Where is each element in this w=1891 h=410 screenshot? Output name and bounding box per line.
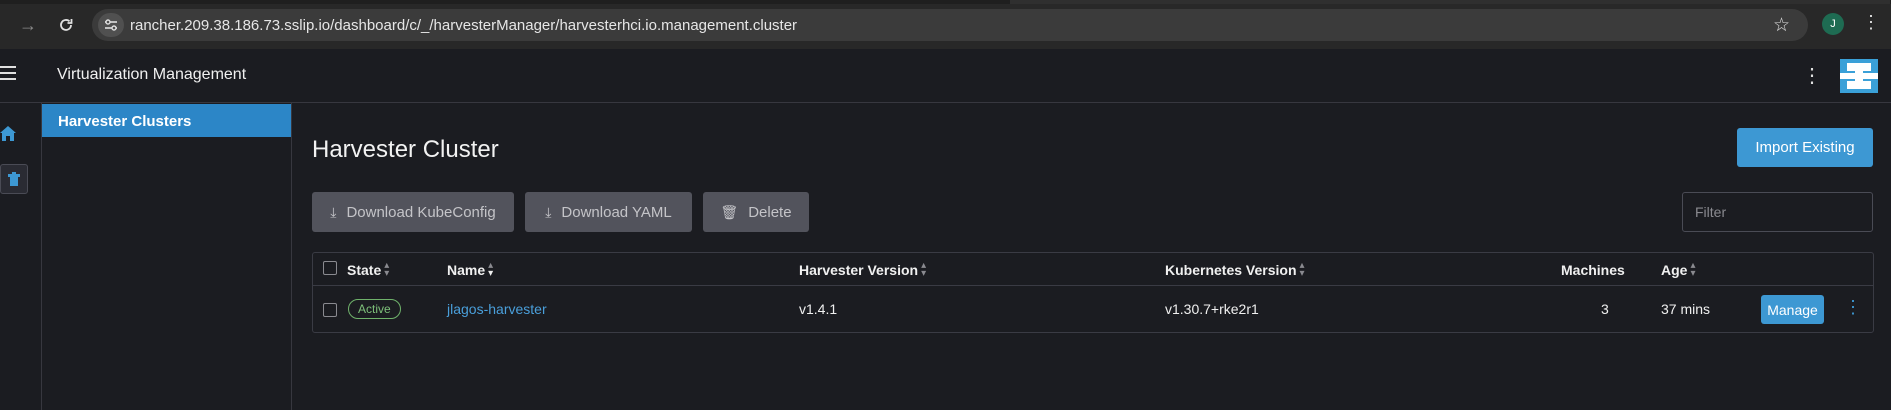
- app-header: Virtualization Management ⋮: [0, 49, 1891, 103]
- kebab-menu-icon[interactable]: ⋮: [1802, 63, 1822, 88]
- browser-menu-icon[interactable]: ⋮: [1862, 12, 1880, 33]
- column-label: Harvester Version: [799, 262, 919, 278]
- status-badge: Active: [348, 299, 401, 319]
- delete-button[interactable]: 🗑 Delete: [703, 192, 809, 232]
- download-kubeconfig-label: Download KubeConfig: [346, 203, 496, 221]
- column-header-age[interactable]: Age ▴ ▾: [1661, 260, 1696, 279]
- download-kubeconfig-button[interactable]: ⤓ Download KubeConfig: [312, 192, 514, 232]
- column-header-kubernetes-version[interactable]: Kubernetes Version ▴ ▾: [1165, 260, 1305, 279]
- browser-toolbar: → rancher.209.38.186.73.sslip.io/dashboa…: [0, 0, 1891, 49]
- harvester-logo[interactable]: [1840, 59, 1878, 93]
- download-icon: ⤓: [330, 203, 337, 220]
- address-bar[interactable]: rancher.209.38.186.73.sslip.io/dashboard…: [92, 9, 1808, 41]
- column-header-name[interactable]: Name ▴ ▾: [447, 260, 494, 279]
- profile-avatar[interactable]: J: [1822, 13, 1844, 35]
- age-cell: 37 mins: [1661, 301, 1711, 317]
- table-header: State ▴ ▾ Name ▴ ▾ Harvester Version ▴ ▾ Ku…: [313, 253, 1873, 286]
- manage-button[interactable]: Manage: [1761, 295, 1824, 324]
- row-checkbox[interactable]: [323, 303, 337, 317]
- trash-icon: 🗑: [720, 203, 739, 220]
- home-icon[interactable]: [0, 125, 18, 143]
- download-icon: ⤓: [545, 203, 552, 220]
- column-header-harvester-version[interactable]: Harvester Version ▴ ▾: [799, 260, 927, 279]
- hamburger-menu-icon[interactable]: [0, 66, 16, 84]
- column-header-state[interactable]: State ▴ ▾: [347, 260, 390, 279]
- column-label: Age: [1661, 262, 1688, 278]
- sort-icon: ▴ ▾: [921, 260, 927, 279]
- cluster-icon[interactable]: [0, 164, 28, 194]
- side-navigation: Harvester Clusters: [42, 103, 292, 410]
- site-info-icon[interactable]: [98, 13, 124, 37]
- clusters-table: State ▴ ▾ Name ▴ ▾ Harvester Version ▴ ▾ Ku…: [312, 252, 1874, 333]
- row-actions-kebab-icon[interactable]: ⋮: [1844, 297, 1862, 318]
- machines-cell: 3: [1601, 301, 1609, 317]
- filter-input[interactable]: [1682, 192, 1873, 232]
- tab-strip: [0, 0, 1891, 4]
- cluster-name-link[interactable]: jlagos-harvester: [447, 301, 547, 317]
- column-label: Kubernetes Version: [1165, 262, 1297, 278]
- reload-icon[interactable]: [52, 12, 80, 38]
- sort-icon: ▴ ▾: [1299, 260, 1305, 279]
- kubernetes-version-cell: v1.30.7+rke2r1: [1165, 301, 1259, 317]
- column-label: Name: [447, 262, 486, 278]
- sidebar-item-harvester-clusters[interactable]: Harvester Clusters: [42, 104, 291, 137]
- forward-icon[interactable]: →: [14, 12, 42, 38]
- import-existing-button[interactable]: Import Existing: [1737, 128, 1873, 167]
- delete-label: Delete: [748, 203, 792, 221]
- page-title: Harvester Cluster: [312, 136, 499, 163]
- app-title: Virtualization Management: [57, 66, 247, 83]
- sort-icon: ▴ ▾: [488, 260, 494, 279]
- sort-icon: ▴ ▾: [384, 260, 390, 279]
- column-label: Machines: [1561, 262, 1625, 278]
- download-yaml-button[interactable]: ⤓ Download YAML: [525, 192, 692, 232]
- tab-strip-edge: [1010, 0, 1890, 4]
- sort-icon: ▴ ▾: [1690, 260, 1696, 279]
- url-text[interactable]: rancher.209.38.186.73.sslip.io/dashboard…: [130, 17, 797, 34]
- harvester-version-cell: v1.4.1: [799, 301, 838, 317]
- bookmark-star-icon[interactable]: ☆: [1773, 14, 1790, 37]
- column-label: State: [347, 262, 382, 278]
- icon-rail: [0, 103, 42, 410]
- download-yaml-label: Download YAML: [561, 203, 672, 221]
- column-header-machines: Machines: [1561, 262, 1625, 278]
- select-all-checkbox[interactable]: [323, 261, 337, 275]
